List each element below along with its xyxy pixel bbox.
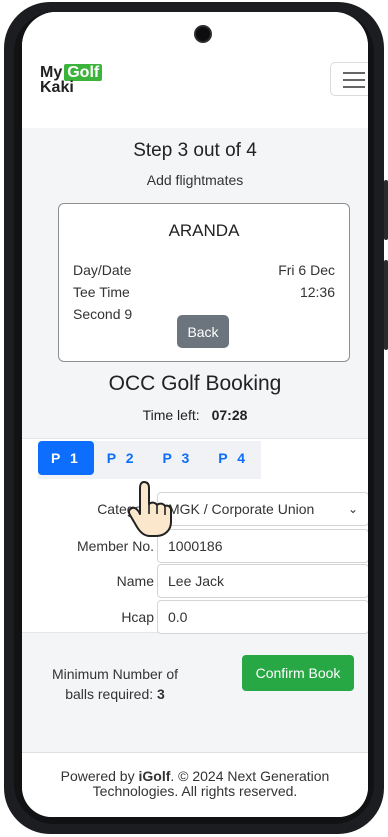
front-camera <box>196 27 210 41</box>
menu-toggle-button[interactable] <box>330 62 368 96</box>
name-row: Name Lee Jack <box>22 564 368 598</box>
tab-p1[interactable]: P 1 <box>38 441 94 475</box>
category-row: Category MGK / Corporate Union ⌄ <box>22 492 368 526</box>
step-subtitle: Add flightmates <box>146 172 244 188</box>
volume-button <box>384 180 388 240</box>
member-no-row: Member No. 1000186 <box>22 529 368 563</box>
hamburger-icon <box>343 72 365 74</box>
footer-brand-link[interactable]: iGolf <box>138 768 170 784</box>
player-tabs: P 1 P 2 P 3 P 4 <box>38 441 262 479</box>
power-button <box>384 260 388 350</box>
app-header: My Golf Kaki <box>22 12 368 128</box>
pointer-hand-icon <box>127 481 172 537</box>
hcap-input[interactable]: 0.0 <box>157 600 368 634</box>
confirm-book-button[interactable]: Confirm Book <box>242 655 354 691</box>
course-card: ARANDA Day/Date Fri 6 Dec Tee Time 12:36… <box>58 203 350 362</box>
category-select[interactable]: MGK / Corporate Union ⌄ <box>157 492 368 526</box>
player-panel: P 1 P 2 P 3 P 4 Category MGK / Corporate… <box>22 438 368 634</box>
app-logo[interactable]: My Golf Kaki <box>40 64 103 96</box>
tab-p2[interactable]: P 2 <box>94 441 150 475</box>
min-balls-note: Minimum Number of balls required: 3 <box>51 666 179 702</box>
hcap-row: Hcap 0.0 <box>22 600 368 634</box>
member-no-input[interactable]: 1000186 <box>157 529 368 563</box>
hcap-label: Hcap <box>121 609 154 625</box>
member-no-label: Member No. <box>76 538 154 554</box>
hamburger-icon-line <box>343 86 365 88</box>
info-row-date: Day/Date Fri 6 Dec <box>73 262 335 278</box>
info-row-tee-time: Tee Time 12:36 <box>73 284 335 300</box>
booking-title: OCC Golf Booking <box>108 372 282 395</box>
tab-p4[interactable]: P 4 <box>205 441 261 475</box>
name-label: Name <box>116 573 154 589</box>
chevron-down-icon: ⌄ <box>347 502 358 516</box>
time-left: Time left: 07:28 <box>142 407 248 423</box>
name-input[interactable]: Lee Jack <box>157 564 368 598</box>
time-left-value: 07:28 <box>211 407 248 423</box>
hamburger-icon-line <box>343 79 365 81</box>
step-title: Step 3 out of 4 <box>133 140 257 161</box>
app-screen: My Golf Kaki Step 3 out of 4 Add flightma… <box>22 12 368 817</box>
club-name: ARANDA <box>168 221 240 240</box>
back-button[interactable]: Back <box>177 315 229 348</box>
min-balls-value: 3 <box>157 686 165 702</box>
footer: Powered by iGolf. © 2024 Next Generation… <box>22 752 368 817</box>
tab-p3[interactable]: P 3 <box>150 441 206 475</box>
